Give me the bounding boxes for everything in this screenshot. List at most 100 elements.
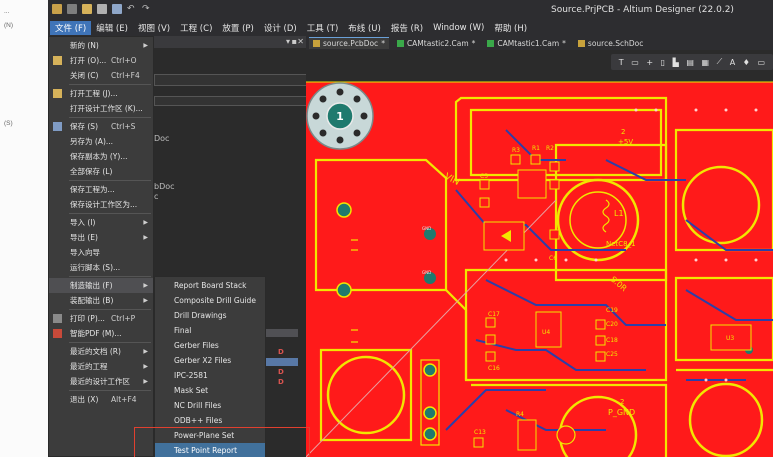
submenu-arrow-icon: ▶ [143, 348, 148, 355]
menu-separator [69, 309, 151, 310]
menu-item-close[interactable]: 关闭 (C) Ctrl+F4 [49, 68, 153, 83]
save-all-icon[interactable] [112, 4, 122, 14]
menu-item-exit[interactable]: 退出 (X) Alt+F4 [49, 392, 153, 407]
tree-item-label[interactable]: Doc [154, 134, 169, 143]
select-tool-icon[interactable]: ▭ [631, 58, 639, 67]
grid-tool-icon[interactable]: ▦ [701, 58, 709, 67]
menu-item-open[interactable]: 打开 (O)... Ctrl+O [49, 53, 153, 68]
menu-project[interactable]: 工程 (C) [175, 21, 217, 35]
shape-tool-icon[interactable]: ▭ [758, 58, 766, 67]
menu-item-open-workspace[interactable]: 打开设计工作区 (K)... [49, 101, 153, 116]
rect-tool-icon[interactable]: ▯ [661, 58, 665, 67]
menu-route[interactable]: 布线 (U) [343, 21, 386, 35]
tree-item-label[interactable]: c [154, 192, 158, 201]
submenu-arrow-icon: ▶ [143, 42, 148, 49]
menu-item-label: 打开工程 (J)... [70, 89, 118, 98]
redo-icon[interactable]: ↷ [142, 4, 152, 14]
menu-item-print[interactable]: 打印 (P)... Ctrl+P [49, 311, 153, 326]
submenu-composite-drill-guide[interactable]: Composite Drill Guide [155, 293, 265, 308]
menu-item-fabrication-outputs[interactable]: 制造输出 (F) ▶ [49, 278, 153, 293]
tab-source-pcbdoc[interactable]: source.PcbDoc * [309, 37, 389, 49]
route-tool-icon[interactable]: ⟋ [717, 57, 723, 67]
menu-help[interactable]: 帮助 (H) [489, 21, 532, 35]
menu-item-assembly-outputs[interactable]: 装配输出 (B) ▶ [49, 293, 153, 308]
new-icon[interactable] [67, 4, 77, 14]
menu-item-recent-workspaces[interactable]: 最近的设计工作区 ▶ [49, 374, 153, 389]
submenu-gerber-x2-files[interactable]: Gerber X2 Files [155, 353, 265, 368]
pcb-doc-icon [313, 40, 320, 47]
move-tool-icon[interactable]: + [646, 58, 653, 67]
via-tool-icon[interactable]: ♦ [743, 58, 750, 67]
menu-item-save-copy-as[interactable]: 保存副本为 (Y)... [49, 149, 153, 164]
submenu-arrow-icon: ▶ [143, 282, 148, 289]
tree-row[interactable] [266, 329, 298, 337]
submenu-mask-set[interactable]: Mask Set [155, 383, 265, 398]
tree-row-selected[interactable] [266, 358, 298, 366]
menu-file[interactable]: 文件 (F) [50, 21, 92, 35]
menu-edit[interactable]: 编辑 (E) [91, 21, 133, 35]
menu-separator [69, 276, 151, 277]
menu-item-save[interactable]: 保存 (S) Ctrl+S [49, 119, 153, 134]
menu-item-recent-documents[interactable]: 最近的文档 (R) ▶ [49, 344, 153, 359]
ref-c16: C16 [488, 365, 500, 372]
ref-c13: C13 [474, 429, 486, 436]
menu-item-save-workspace-as[interactable]: 保存设计工作区为... [49, 197, 153, 212]
text-tool-icon[interactable]: A [730, 58, 735, 67]
menu-window[interactable]: Window (W) [428, 22, 489, 34]
tree-item-label[interactable]: bDoc [154, 182, 175, 191]
pdf-file-icon: D [278, 378, 284, 386]
menu-item-shortcut: Alt+F4 [111, 395, 137, 404]
menu-item-smart-pdf[interactable]: 智能PDF (M)... [49, 326, 153, 341]
menu-item-new[interactable]: 新的 (N) ▶ [49, 38, 153, 53]
pad-number: 2 [620, 398, 624, 406]
menu-item-save-all[interactable]: 全部保存 (L) [49, 164, 153, 179]
menu-item-open-project[interactable]: 打开工程 (J)... [49, 86, 153, 101]
pin-icon[interactable]: ▪ [292, 37, 297, 46]
close-icon[interactable]: ✕ [297, 37, 304, 46]
menu-item-label: 打开 (O)... [70, 56, 107, 65]
submenu-drill-drawings[interactable]: Drill Drawings [155, 308, 265, 323]
menu-view[interactable]: 视图 (V) [133, 21, 175, 35]
menu-item-save-project-as[interactable]: 保存工程为... [49, 182, 153, 197]
submenu-gerber-files[interactable]: Gerber Files [155, 338, 265, 353]
menu-item-label: 制造输出 (F) [70, 281, 113, 290]
menu-reports[interactable]: 报告 (R) [386, 21, 428, 35]
submenu-arrow-icon: ▶ [143, 378, 148, 385]
quick-access-toolbar: ↶ ↷ [52, 4, 152, 14]
menu-item-export[interactable]: 导出 (E) ▶ [49, 230, 153, 245]
ref-l1: L1 [614, 209, 624, 218]
menu-tools[interactable]: 工具 (T) [302, 21, 344, 35]
menu-item-recent-projects[interactable]: 最近的工程 ▶ [49, 359, 153, 374]
undo-icon[interactable]: ↶ [127, 4, 137, 14]
tab-modified-mark: * [471, 38, 476, 48]
folder-icon[interactable] [82, 4, 92, 14]
align-tool-icon[interactable]: ▙ [673, 58, 679, 67]
submenu-final[interactable]: Final [155, 323, 265, 338]
menu-place[interactable]: 放置 (P) [217, 21, 258, 35]
menu-item-import[interactable]: 导入 (I) ▶ [49, 215, 153, 230]
tab-camtastic2[interactable]: CAMtastic2.Cam * [393, 38, 479, 49]
via-ring [556, 425, 576, 445]
save-icon[interactable] [97, 4, 107, 14]
menu-design[interactable]: 设计 (D) [259, 21, 302, 35]
submenu-odb-files[interactable]: ODB++ Files [155, 413, 265, 428]
tab-camtastic1[interactable]: CAMtastic1.Cam * [483, 38, 569, 49]
menu-item-label: 运行脚本 (S)... [70, 263, 121, 272]
submenu-report-board-stack[interactable]: Report Board Stack [155, 278, 265, 293]
menu-item-save-as[interactable]: 另存为 (A)... [49, 134, 153, 149]
submenu-nc-drill-files[interactable]: NC Drill Files [155, 398, 265, 413]
menu-item-import-wizard[interactable]: 导入向导 [49, 245, 153, 260]
menu-item-label: 全部保存 (L) [70, 167, 113, 176]
pdf-icon [53, 329, 62, 338]
ref-r2: R2 [546, 145, 554, 152]
panel-menu-icon[interactable]: ▾ [286, 37, 290, 46]
filter-tool-icon[interactable]: T [619, 58, 624, 67]
submenu-ipc-2581[interactable]: IPC-2581 [155, 368, 265, 383]
pcb-editor-canvas[interactable]: source.PcbDoc * CAMtastic2.Cam * CAMtastic… [306, 36, 773, 457]
pcb-layout[interactable]: 1 VIN R3 R2 R1 C5 C6 C17 C16 C20 C18 C25… [306, 50, 773, 457]
tab-source-schdoc[interactable]: source.SchDoc [574, 38, 647, 49]
menu-item-run-script[interactable]: 运行脚本 (S)... [49, 260, 153, 275]
menu-item-label: 关闭 (C) [70, 71, 99, 80]
menu-item-shortcut: Ctrl+F4 [111, 71, 140, 80]
component-tool-icon[interactable]: ▤ [686, 58, 694, 67]
